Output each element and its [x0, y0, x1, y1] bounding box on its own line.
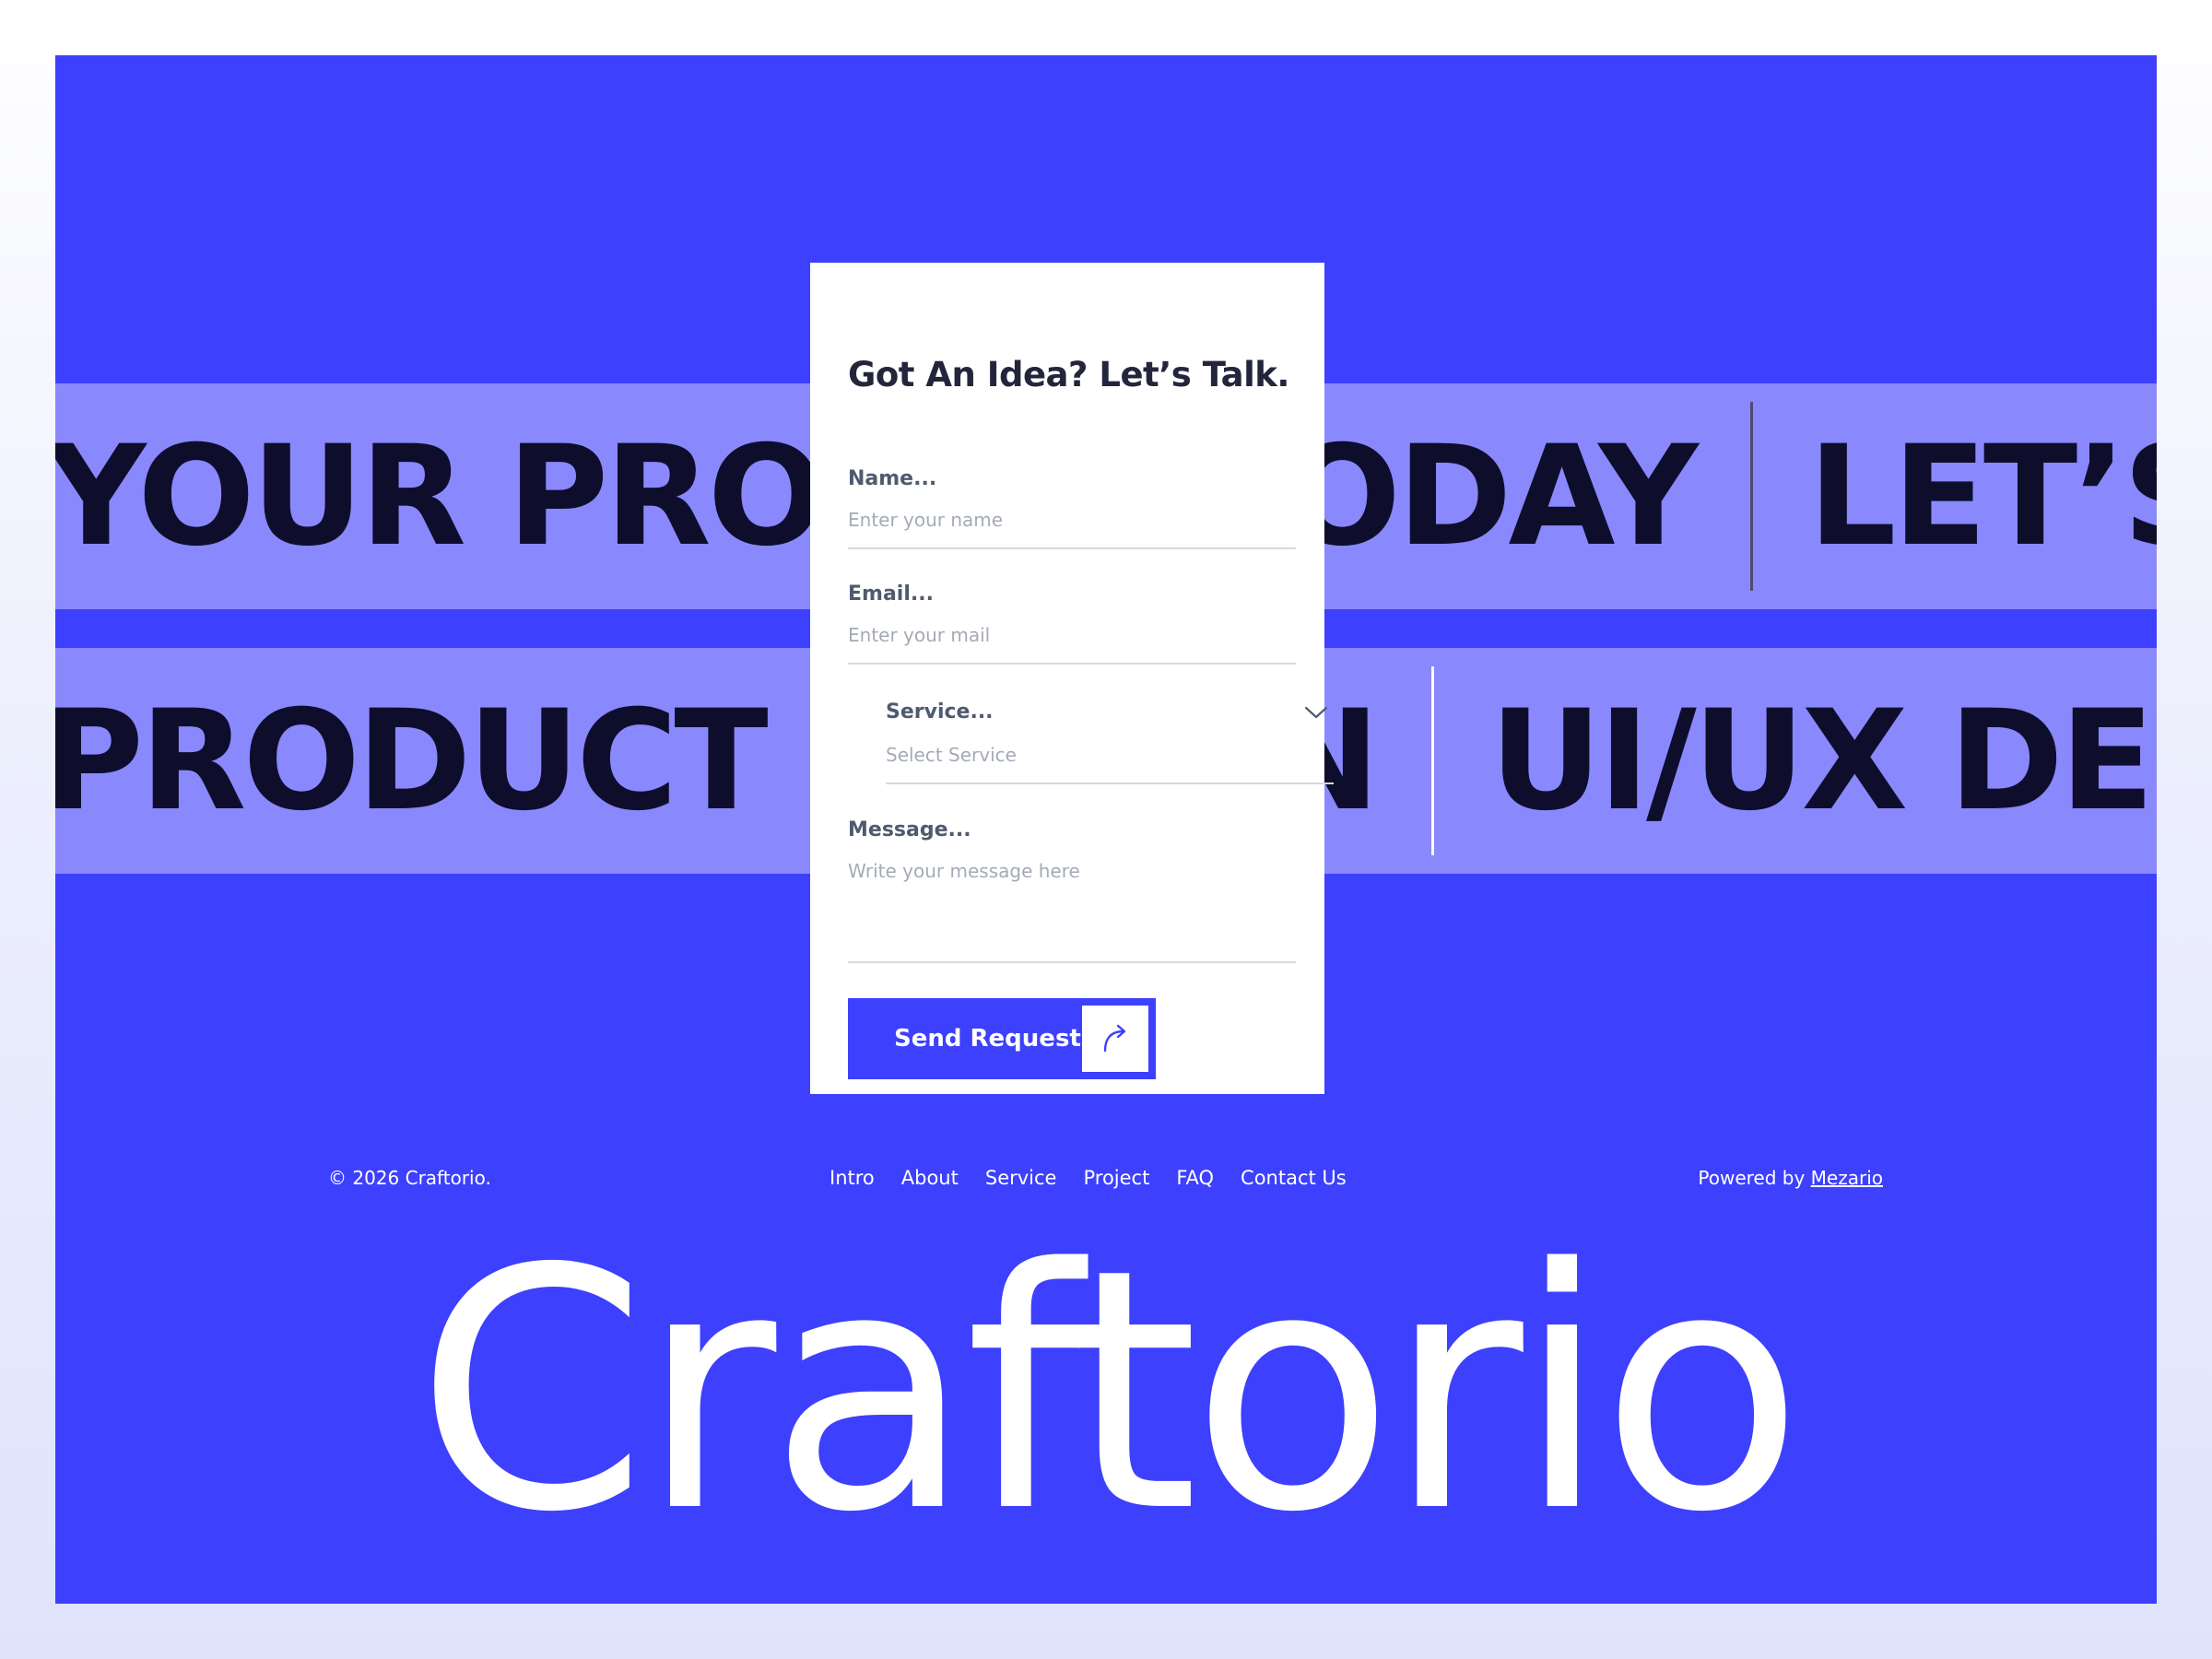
send-request-label: Send Request: [894, 1025, 1081, 1053]
brand-wordmark: Craftorio: [415, 1198, 1804, 1584]
marquee-text: LET’S: [1807, 416, 2157, 577]
email-input[interactable]: [848, 624, 1296, 665]
service-label: Service...: [886, 700, 994, 724]
powered-by-link[interactable]: Mezario: [1811, 1167, 1883, 1189]
curved-arrow-icon: [1103, 1024, 1126, 1053]
send-icon-box: [1082, 1006, 1148, 1072]
service-selected-value: Select Service: [886, 744, 1334, 784]
powered-by-prefix: Powered by: [1698, 1167, 1806, 1189]
footer-copyright: © 2026 Craftorio.: [328, 1167, 491, 1189]
chevron-down-icon[interactable]: [1304, 704, 1328, 721]
message-label: Message...: [848, 818, 971, 841]
footer-link-contact[interactable]: Contact Us: [1241, 1167, 1347, 1189]
form-title: Got An Idea? Let’s Talk.: [848, 355, 1289, 394]
name-label: Name...: [848, 467, 937, 490]
footer-powered-by: Powered by Mezario: [1698, 1167, 1883, 1189]
send-request-button[interactable]: Send Request: [848, 998, 1156, 1079]
marquee-divider: [1431, 666, 1435, 855]
footer-link-faq[interactable]: FAQ: [1176, 1167, 1214, 1189]
marquee-divider: [1749, 402, 1753, 591]
message-field-group: Message...: [848, 818, 1296, 963]
contact-section: YOUR PROJECT TODAY LET’S PRODUCT DESIGN …: [55, 55, 2157, 1604]
name-input[interactable]: [848, 509, 1296, 549]
marquee-text: UI/UX DES: [1489, 680, 2157, 841]
footer-link-about[interactable]: About: [901, 1167, 959, 1189]
message-textarea[interactable]: [848, 860, 1296, 963]
footer-link-project[interactable]: Project: [1083, 1167, 1149, 1189]
contact-form: Got An Idea? Let’s Talk. Name... Email..…: [810, 263, 1334, 1094]
email-label: Email...: [848, 582, 934, 606]
name-field-group: Name...: [848, 467, 1296, 549]
footer-link-service[interactable]: Service: [985, 1167, 1057, 1189]
footer-link-intro[interactable]: Intro: [830, 1167, 875, 1189]
service-select[interactable]: Service... Select Service: [886, 700, 1334, 784]
footer-nav: Intro About Service Project FAQ Contact …: [830, 1167, 1373, 1189]
email-field-group: Email...: [848, 582, 1296, 665]
